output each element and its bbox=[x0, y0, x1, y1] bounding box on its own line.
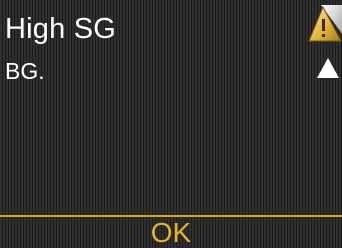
alert-screen: High SG BG. OK bbox=[0, 0, 342, 248]
alert-title: High SG bbox=[5, 13, 116, 45]
scroll-up-arrow-icon[interactable] bbox=[316, 57, 340, 79]
alert-message: BG. bbox=[5, 58, 45, 84]
warning-icon bbox=[308, 5, 342, 42]
ok-button[interactable]: OK bbox=[0, 217, 342, 248]
